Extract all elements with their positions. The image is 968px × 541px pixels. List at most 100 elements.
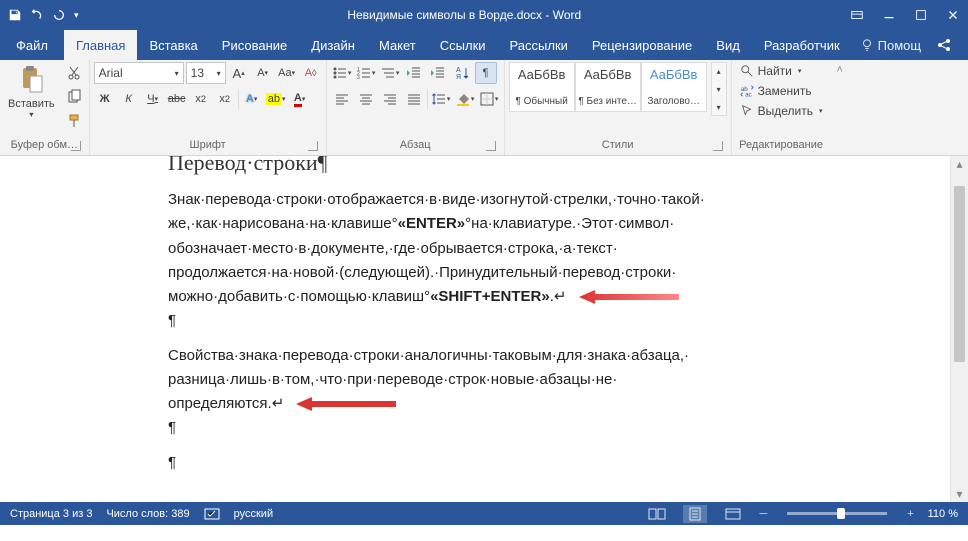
style-normal[interactable]: АаБбВв¶ Обычный — [509, 62, 575, 112]
tell-me-label: Помощ — [878, 38, 921, 53]
share-button[interactable] — [924, 30, 964, 60]
tell-me[interactable]: Помощ — [860, 30, 921, 60]
numbering-icon: 123 — [356, 65, 372, 81]
subscript-button[interactable]: x2 — [190, 88, 212, 110]
tab-developer[interactable]: Разработчик — [752, 30, 852, 60]
doc-line: можно·добавить·с·помощью·клавиш°«SHIFT+E… — [168, 287, 872, 307]
paragraph-launcher[interactable] — [486, 141, 496, 151]
undo-icon[interactable] — [30, 8, 44, 22]
grow-font-button[interactable]: A▴ — [228, 62, 250, 84]
svg-text:A: A — [456, 67, 461, 74]
paste-button[interactable]: Вставить ▾ — [4, 62, 59, 121]
bullets-button[interactable]: ▾ — [331, 62, 353, 84]
zoom-value[interactable]: 110 % — [928, 508, 958, 520]
proofing-icon[interactable] — [204, 507, 220, 521]
styles-down-button[interactable]: ▾ — [712, 81, 726, 97]
minimize-icon[interactable] — [882, 8, 896, 22]
tab-insert[interactable]: Вставка — [137, 30, 209, 60]
redo-icon[interactable] — [52, 8, 66, 22]
outdent-icon — [406, 65, 422, 81]
highlight-button[interactable]: ab▾ — [265, 88, 287, 110]
tab-draw[interactable]: Рисование — [210, 30, 299, 60]
change-case-button[interactable]: Aa▾ — [276, 62, 298, 84]
font-size-select[interactable]: 13▾ — [186, 62, 226, 84]
style-heading1-label: Заголово… — [647, 96, 700, 107]
replace-button[interactable]: abacЗаменить — [736, 82, 827, 100]
tab-home[interactable]: Главная — [64, 30, 137, 60]
tab-mailings[interactable]: Рассылки — [498, 30, 580, 60]
strikethrough-button[interactable]: abc — [166, 88, 188, 110]
tab-design[interactable]: Дизайн — [299, 30, 367, 60]
find-button[interactable]: Найти▾ — [736, 62, 827, 80]
styles-more-button[interactable]: ▾ — [712, 99, 726, 115]
line-spacing-button[interactable]: ▾ — [430, 88, 452, 110]
numbering-button[interactable]: 123▾ — [355, 62, 377, 84]
shrink-font-button[interactable]: A▾ — [252, 62, 274, 84]
replace-icon: abac — [740, 84, 754, 98]
zoom-out-button[interactable]: ─ — [759, 508, 767, 520]
ribbon-options-icon[interactable] — [850, 8, 864, 22]
clipboard-launcher[interactable] — [71, 141, 81, 151]
tab-layout[interactable]: Макет — [367, 30, 428, 60]
align-left-button[interactable] — [331, 88, 353, 110]
styles-launcher[interactable] — [713, 141, 723, 151]
sort-button[interactable]: AЯ — [451, 62, 473, 84]
window-title: Невидимые символы в Ворде.docx - Word — [79, 8, 850, 22]
vertical-scrollbar[interactable]: ▴ ▾ — [950, 156, 968, 502]
show-marks-button[interactable]: ¶ — [475, 62, 497, 84]
tab-review[interactable]: Рецензирование — [580, 30, 704, 60]
align-right-button[interactable] — [379, 88, 401, 110]
tab-references[interactable]: Ссылки — [428, 30, 498, 60]
zoom-in-button[interactable]: + — [907, 508, 913, 520]
close-icon[interactable] — [946, 8, 960, 22]
font-color-button[interactable]: A▾ — [289, 88, 311, 110]
select-button[interactable]: Выделить▾ — [736, 102, 827, 120]
web-layout-button[interactable] — [721, 505, 745, 523]
save-icon[interactable] — [8, 8, 22, 22]
align-center-button[interactable] — [355, 88, 377, 110]
page-status[interactable]: Страница 3 из 3 — [10, 508, 92, 520]
scrollbar-thumb[interactable] — [954, 186, 965, 362]
page-content[interactable]: Перевод·строки¶ Знак·перевода·строки·ото… — [18, 156, 932, 477]
zoom-knob[interactable] — [837, 508, 845, 519]
group-font-label: Шрифт — [190, 139, 226, 151]
style-nospacing[interactable]: АаБбВв¶ Без инте… — [575, 62, 641, 112]
word-count[interactable]: Число слов: 389 — [106, 508, 189, 520]
font-launcher[interactable] — [308, 141, 318, 151]
scroll-up-icon[interactable]: ▴ — [951, 156, 968, 172]
clear-format-button[interactable]: A◊ — [300, 62, 322, 84]
italic-button[interactable]: К — [118, 88, 140, 110]
tab-view[interactable]: Вид — [704, 30, 752, 60]
read-mode-button[interactable] — [645, 505, 669, 523]
bold-button[interactable]: Ж — [94, 88, 116, 110]
copy-button[interactable] — [63, 86, 85, 108]
doc-line: Свойства·знака·перевода·строки·аналогичн… — [168, 346, 872, 366]
doc-line: разница·лишь·в·том,·что·при·переводе·стр… — [168, 370, 872, 390]
group-styles: АаБбВв¶ Обычный АаБбВв¶ Без инте… АаБбВв… — [505, 60, 732, 155]
borders-button[interactable]: ▾ — [478, 88, 500, 110]
style-heading1[interactable]: АаБбВвЗаголово… — [641, 62, 707, 112]
multilevel-button[interactable]: ▾ — [379, 62, 401, 84]
superscript-button[interactable]: x2 — [214, 88, 236, 110]
collapse-ribbon-button[interactable]: ˄ — [831, 60, 849, 155]
cut-button[interactable] — [63, 62, 85, 84]
print-layout-button[interactable] — [683, 505, 707, 523]
statusbar: Страница 3 из 3 Число слов: 389 русский … — [0, 502, 968, 525]
decrease-indent-button[interactable] — [403, 62, 425, 84]
format-painter-button[interactable] — [63, 110, 85, 132]
shading-button[interactable]: ▾ — [454, 88, 476, 110]
tab-file[interactable]: Файл — [4, 30, 60, 60]
paste-label: Вставить — [8, 98, 55, 110]
doc-line: обозначает·место·в·документе,·где·обрыва… — [168, 239, 872, 259]
language-status[interactable]: русский — [234, 508, 273, 520]
scroll-down-icon[interactable]: ▾ — [951, 486, 968, 502]
justify-button[interactable] — [403, 88, 425, 110]
font-name-select[interactable]: Arial▾ — [94, 62, 184, 84]
styles-up-button[interactable]: ▴ — [712, 63, 726, 79]
increase-indent-button[interactable] — [427, 62, 449, 84]
text-effects-button[interactable]: A▾ — [241, 88, 263, 110]
maximize-icon[interactable] — [914, 8, 928, 22]
zoom-slider[interactable] — [787, 512, 887, 515]
underline-button[interactable]: Ч▾ — [142, 88, 164, 110]
red-arrow-icon — [579, 289, 679, 305]
